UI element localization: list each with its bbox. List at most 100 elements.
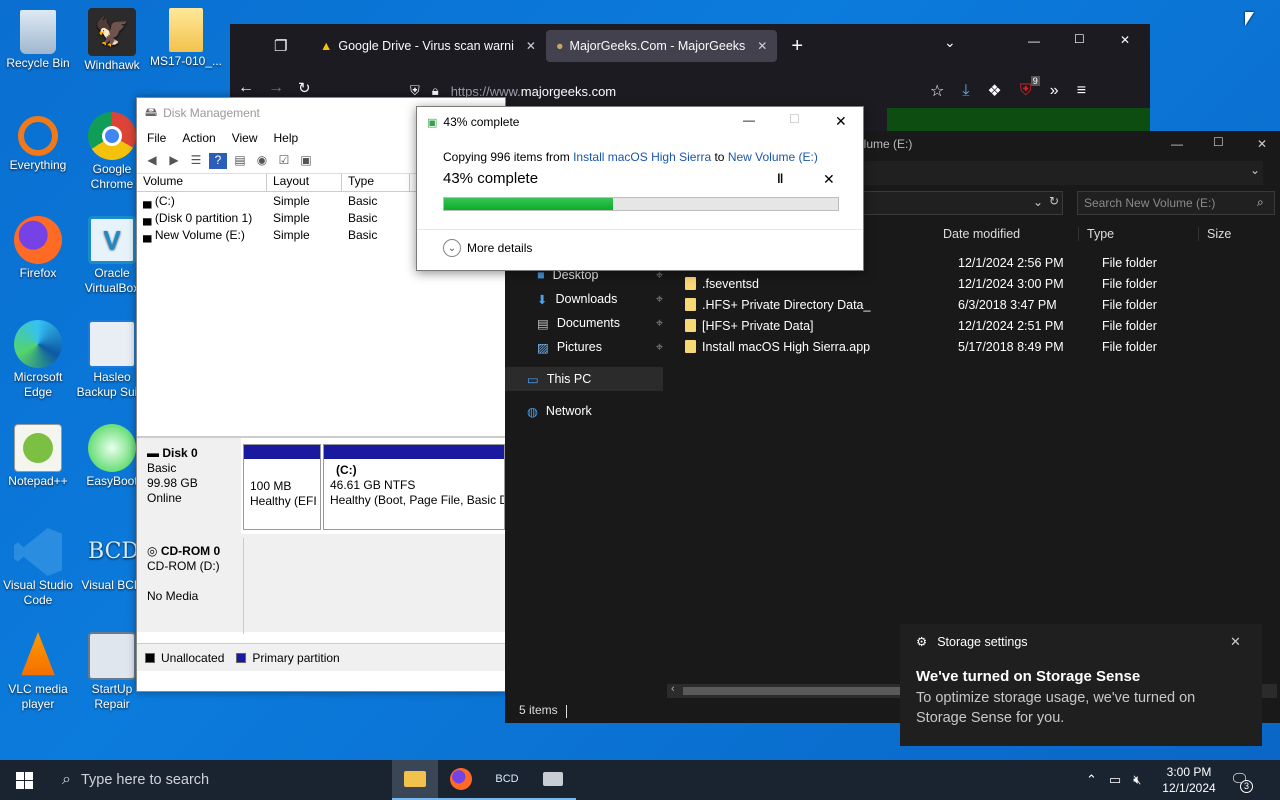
properties-icon[interactable]: ▣ bbox=[297, 153, 315, 169]
close-tab-icon[interactable]: ✕ bbox=[526, 39, 536, 53]
nav-downloads[interactable]: ⬇ Downloads ⌖ bbox=[505, 287, 663, 311]
desktop-icon-vlc[interactable]: VLC media player bbox=[0, 632, 76, 712]
maximize-button[interactable]: ☐ bbox=[789, 112, 800, 126]
back-icon[interactable]: ← bbox=[238, 79, 254, 97]
desktop-icon-ms17[interactable]: MS17-010_... bbox=[148, 8, 224, 69]
action-center-button[interactable]: 🗨︎ 3 bbox=[1230, 770, 1253, 793]
list-item[interactable]: .fseventsd 12/1/2024 3:00 PM File folder bbox=[685, 273, 1157, 294]
overflow-icon[interactable]: » bbox=[1050, 82, 1059, 100]
minimize-button[interactable]: — bbox=[1171, 137, 1183, 151]
nav-network[interactable]: ◍ Network bbox=[505, 399, 663, 423]
disk0-info: ▬ Disk 0 Basic 99.98 GB Online bbox=[137, 438, 241, 534]
col-layout[interactable]: Layout bbox=[267, 174, 342, 191]
partition-efi[interactable]: 100 MB Healthy (EFI bbox=[243, 444, 321, 530]
forward-icon[interactable]: → bbox=[268, 79, 284, 97]
scroll-thumb[interactable] bbox=[683, 687, 903, 695]
close-button[interactable]: ✕ bbox=[1257, 137, 1267, 151]
search-box[interactable]: Search New Volume (E:) bbox=[1077, 191, 1275, 215]
close-button[interactable]: ✕ bbox=[835, 113, 847, 130]
col-type[interactable]: Type bbox=[1079, 227, 1199, 241]
pause-button[interactable]: ‖ bbox=[777, 171, 783, 186]
help-icon[interactable]: ? bbox=[209, 152, 227, 169]
notification-badge: 3 bbox=[1240, 780, 1253, 793]
connect-icon[interactable]: ◉ bbox=[253, 153, 271, 169]
desktop-icon-recycle-bin[interactable]: Recycle Bin bbox=[0, 8, 76, 71]
storage-sense-toast[interactable]: ⚙ Storage settings ✕ We've turned on Sto… bbox=[900, 624, 1262, 746]
desktop-icon-windhawk[interactable]: 🦅 Windhawk bbox=[74, 8, 150, 73]
list-item[interactable]: .HFS+ Private Directory Data_ 6/3/2018 3:… bbox=[685, 294, 1157, 315]
minimize-button[interactable]: — bbox=[1028, 34, 1040, 48]
clock[interactable]: 3:00 PM 12/1/2024 bbox=[1160, 764, 1218, 796]
menu-file[interactable]: File bbox=[147, 131, 166, 145]
menu-view[interactable]: View bbox=[232, 131, 258, 145]
gear-icon: ⚙ bbox=[916, 635, 928, 649]
desktop-icon-notepadpp[interactable]: Notepad++ bbox=[0, 424, 76, 489]
nav-this-pc[interactable]: ▭ This PC bbox=[505, 367, 663, 391]
start-button[interactable] bbox=[0, 760, 48, 800]
folder-icon bbox=[169, 8, 203, 52]
taskbar-disk-management[interactable] bbox=[530, 760, 576, 800]
check-icon[interactable]: ☑ bbox=[275, 153, 293, 169]
everything-icon bbox=[18, 116, 58, 156]
chevron-up-icon[interactable]: ⌃ bbox=[1086, 772, 1097, 788]
scroll-left-icon[interactable]: ‹ bbox=[671, 683, 675, 695]
more-details-button[interactable]: ⌄ More details bbox=[443, 239, 532, 257]
list-item[interactable]: Install macOS High Sierra.app 5/17/2018 8… bbox=[685, 336, 1157, 357]
close-tab-icon[interactable]: ✕ bbox=[757, 39, 767, 53]
view-icon[interactable]: ▤ bbox=[231, 153, 249, 169]
desktop-icon-firefox[interactable]: Firefox bbox=[0, 216, 76, 281]
maximize-button[interactable]: ☐ bbox=[1213, 135, 1224, 149]
close-button[interactable]: ✕ bbox=[1120, 33, 1130, 47]
list-tabs-icon[interactable]: ⌄ bbox=[944, 34, 956, 51]
folder-icon bbox=[685, 298, 696, 311]
list-icon[interactable]: ☰ bbox=[187, 153, 205, 169]
pin-icon: ⌖ bbox=[655, 315, 663, 330]
network-icon[interactable]: ▭ bbox=[1109, 772, 1121, 788]
menu-help[interactable]: Help bbox=[274, 131, 299, 145]
back-icon[interactable]: ◀ bbox=[143, 153, 161, 169]
minimize-button[interactable]: — bbox=[743, 113, 755, 127]
source-link[interactable]: Install macOS High Sierra bbox=[573, 150, 711, 164]
desktop-icon-edge[interactable]: Microsoft Edge bbox=[0, 320, 76, 400]
menu-icon[interactable]: ≡ bbox=[1077, 82, 1086, 100]
menu-action[interactable]: Action bbox=[182, 131, 215, 145]
list-item[interactable]: [HFS+ Private Data] 12/1/2024 2:51 PM File… bbox=[685, 315, 1157, 336]
address-dropdown-icon[interactable]: ⌄ bbox=[1033, 195, 1043, 209]
desktop-icon-everything[interactable]: Everything bbox=[0, 112, 76, 173]
ublock-icon[interactable]: ⛨ 9 bbox=[1020, 76, 1040, 100]
tab-google-drive[interactable]: ▲ Google Drive - Virus scan warni ✕ bbox=[310, 30, 546, 62]
url-host: majorgeeks.com bbox=[520, 83, 617, 99]
close-icon[interactable]: ✕ bbox=[1230, 634, 1241, 650]
legend: Unallocated Primary partition bbox=[137, 643, 505, 671]
tab-overview-icon[interactable]: ❐ bbox=[274, 37, 310, 55]
col-volume[interactable]: Volume bbox=[137, 174, 267, 191]
desktop-icon-vscode[interactable]: Visual Studio Code bbox=[0, 528, 76, 608]
partition-c[interactable]: (C:) 46.61 GB NTFS Healthy (Boot, Page F… bbox=[323, 444, 505, 530]
downloads-icon[interactable]: ⤓ bbox=[962, 82, 969, 100]
bookmark-star-icon[interactable]: ☆ bbox=[930, 81, 944, 101]
col-type[interactable]: Type bbox=[342, 174, 410, 191]
extensions-icon[interactable]: ❖ bbox=[987, 81, 1001, 101]
maximize-button[interactable]: ☐ bbox=[1074, 32, 1085, 46]
col-date-modified[interactable]: Date modified bbox=[935, 227, 1079, 241]
col-size[interactable]: Size bbox=[1199, 227, 1269, 241]
refresh-icon[interactable]: ↻ bbox=[1049, 194, 1059, 208]
reload-icon[interactable]: ↻ bbox=[298, 79, 311, 97]
startup-repair-icon bbox=[88, 632, 136, 680]
taskbar-search[interactable]: ⌕ Type here to search bbox=[48, 760, 392, 800]
taskbar-visual-bcd[interactable]: BCD bbox=[484, 760, 530, 800]
volume-muted-icon[interactable]: 🔇︎ bbox=[1133, 772, 1141, 788]
forward-icon[interactable]: ▶ bbox=[165, 153, 183, 169]
taskbar-file-explorer[interactable] bbox=[392, 760, 438, 800]
new-tab-button[interactable]: + bbox=[791, 35, 803, 58]
cdrom-row[interactable]: ◎ CD-ROM 0 CD-ROM (D:) No Media bbox=[137, 538, 505, 634]
destination-link[interactable]: New Volume (E:) bbox=[728, 150, 818, 164]
tab-majorgeeks[interactable]: ● MajorGeeks.Com - MajorGeeks ✕ bbox=[545, 30, 778, 62]
taskbar-firefox[interactable] bbox=[438, 760, 484, 800]
cancel-button[interactable]: ✕ bbox=[823, 171, 835, 188]
mouse-cursor-icon bbox=[1245, 12, 1254, 26]
nav-documents[interactable]: ▤ Documents ⌖ bbox=[505, 311, 663, 335]
nav-pictures[interactable]: ▨ Pictures ⌖ bbox=[505, 335, 663, 359]
expand-ribbon-icon[interactable]: ⌄ bbox=[1250, 163, 1260, 177]
disk0-row[interactable]: ▬ Disk 0 Basic 99.98 GB Online 100 MB He… bbox=[137, 438, 505, 534]
